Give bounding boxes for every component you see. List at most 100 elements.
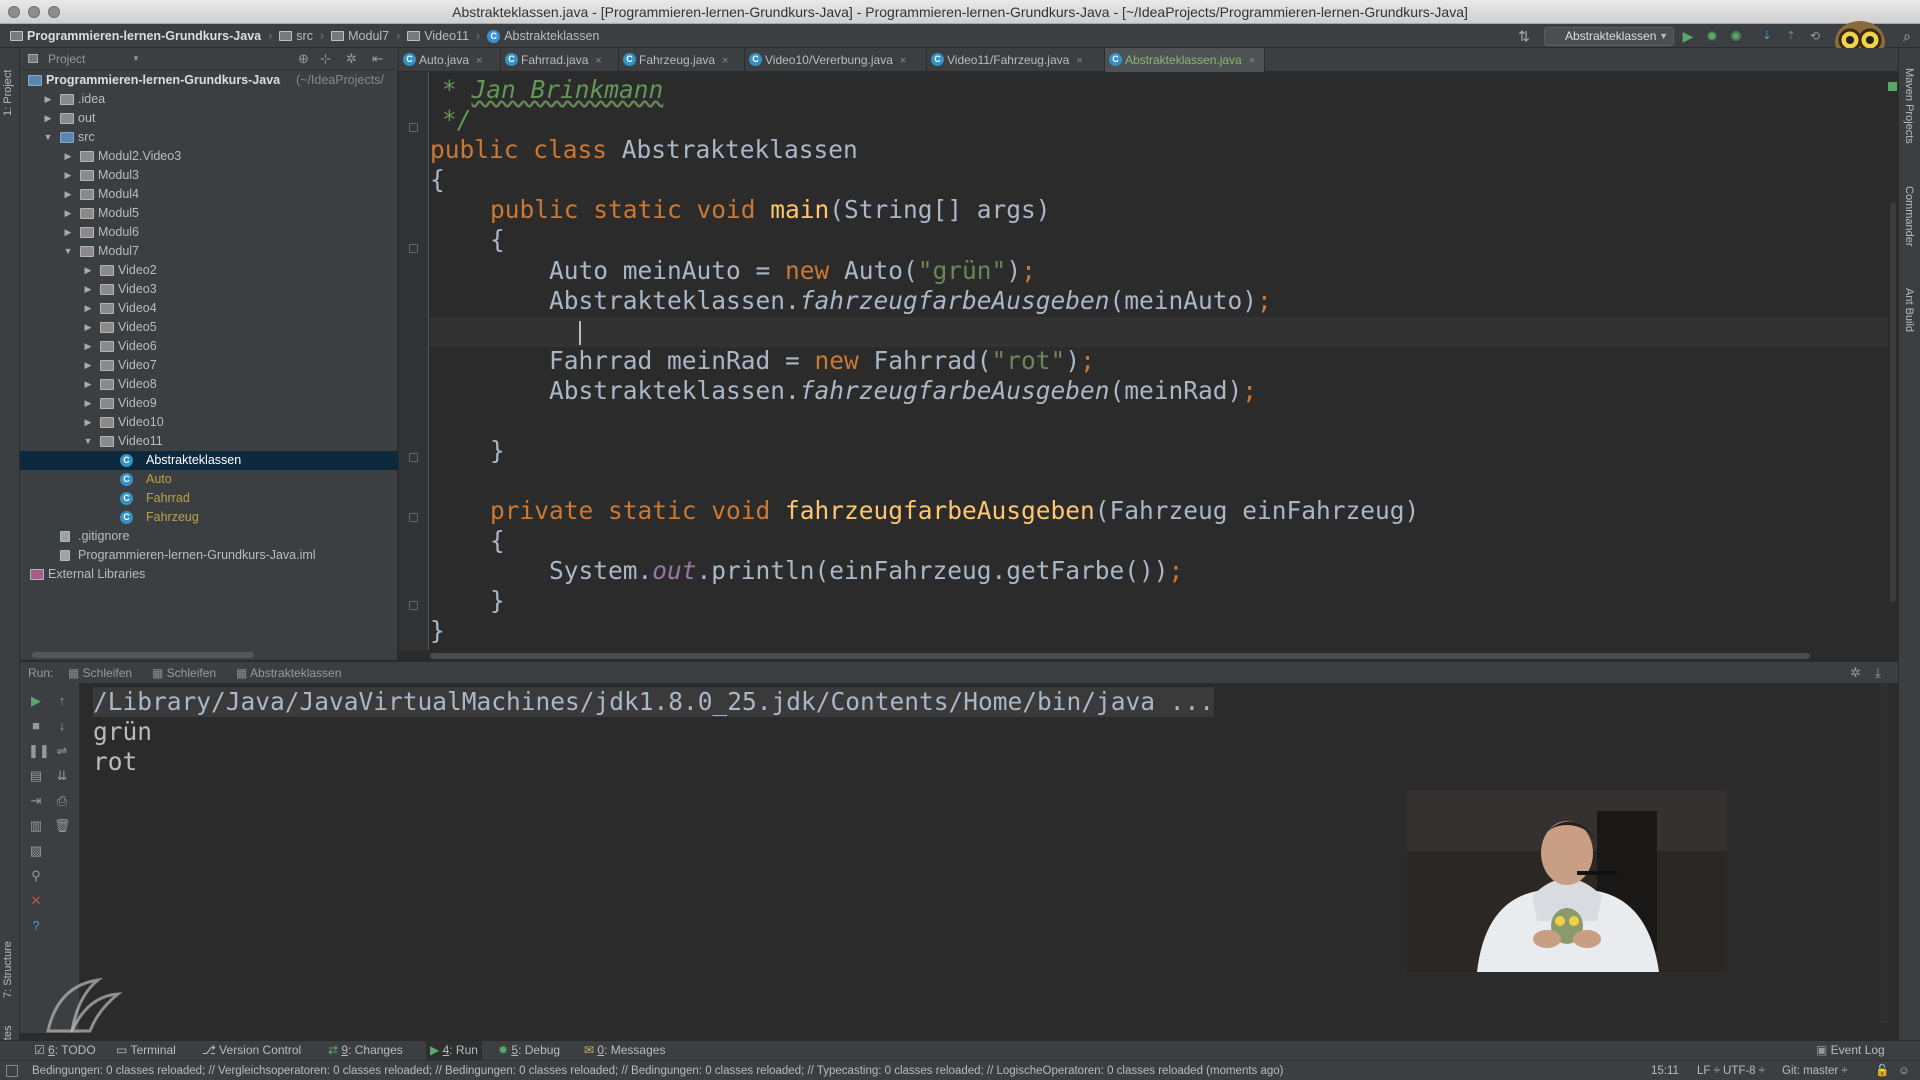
minimize-window-button[interactable] [28,6,40,18]
tree-item-video2[interactable]: ▶ Video2 [20,261,398,280]
search-everywhere-icon[interactable]: ⌕ [1898,27,1916,45]
tool-window-changes[interactable]: ⇄ 9: Changes [328,1041,403,1060]
restore-layout-icon[interactable]: ▥ [28,818,44,834]
close-tab-icon[interactable]: × [595,55,601,67]
breadcrumb-item-class[interactable]: Abstrakteklassen [504,24,599,48]
expanded-arrow-icon[interactable]: ▼ [62,242,74,261]
breadcrumb-item-video11[interactable]: Video11 [424,24,469,48]
console-scrollbar[interactable] [1880,683,1888,1023]
tool-window-todo[interactable]: ☑ 6: TODO [34,1041,96,1060]
run-tab-schleifen-1[interactable]: ▦ Schleifen [68,662,132,684]
event-log-button[interactable]: ▣ Event Log [1816,1041,1885,1060]
collapsed-arrow-icon[interactable]: ▶ [62,223,74,242]
collapsed-arrow-icon[interactable]: ▶ [82,299,94,318]
pause-icon[interactable]: ❚❚ [28,743,50,759]
tool-tab-project[interactable]: 1: Project [2,56,14,116]
tool-tab-structure[interactable]: 7: Structure [2,928,14,998]
collapsed-arrow-icon[interactable]: ▶ [82,413,94,432]
stop-icon[interactable]: ■ [28,718,44,734]
fold-marker-icon[interactable] [409,513,418,522]
trash-icon[interactable]: 🗑 [54,818,71,834]
collapsed-arrow-icon[interactable]: ▶ [82,394,94,413]
expanded-arrow-icon[interactable]: ▼ [42,128,54,147]
breadcrumb-item-src[interactable]: src [296,24,313,48]
tool-tab-commander[interactable]: Commander [1903,186,1915,247]
fold-marker-icon[interactable] [409,453,418,462]
dump-threads-icon[interactable]: ▤ [28,768,44,784]
line-separator[interactable]: LF ÷ [1697,1061,1720,1080]
collapsed-arrow-icon[interactable]: ▶ [82,337,94,356]
collapsed-arrow-icon[interactable]: ▶ [82,356,94,375]
scroll-to-end-icon[interactable]: ⇊ [54,768,70,784]
inspection-ok-icon[interactable] [1888,82,1897,91]
tree-item-modul3[interactable]: ▶ Modul3 [20,166,398,185]
editor-tab-video10-vererbung-java[interactable]: C Video10/Vererbung.java × [745,48,927,72]
print-icon[interactable]: ⎙ [54,793,70,809]
debug-icon[interactable]: ✹ [1703,27,1721,45]
editor-hscroll-thumb[interactable] [430,653,1810,659]
tool-tab-maven[interactable]: Maven Projects [1903,68,1915,144]
pin-icon[interactable]: ⚲ [28,868,44,884]
collapsed-arrow-icon[interactable]: ▶ [82,318,94,337]
vcs-commit-icon[interactable]: ⇡ [1782,27,1800,45]
down-arrow-icon[interactable]: ↓ [54,718,70,734]
tree-item-external-libraries[interactable]: External Libraries [20,565,398,584]
vertical-scrollbar[interactable] [1890,202,1896,602]
toggle-tool-windows-icon[interactable] [6,1065,18,1077]
close-tab-icon[interactable]: × [1249,55,1255,67]
collapsed-arrow-icon[interactable]: ▶ [62,166,74,185]
hide-panel-icon[interactable]: ⇤ [372,48,383,70]
code-editor[interactable]: * Jan Brinkmann */ public class Abstrakt… [430,72,1898,650]
breadcrumb-item-modul7[interactable]: Modul7 [348,24,389,48]
run-tab-abstrakteklassen[interactable]: ▦ Abstrakteklassen [236,662,341,684]
tree-item-out[interactable]: ▶ out [20,109,398,128]
zoom-window-button[interactable] [48,6,60,18]
up-arrow-icon[interactable]: ↑ [54,693,70,709]
project-view-select[interactable]: Project [48,48,85,70]
collapsed-arrow-icon[interactable]: ▶ [42,90,54,109]
chevron-down-icon[interactable]: ▼ [132,48,140,70]
collapsed-arrow-icon[interactable]: ▶ [42,109,54,128]
rerun-icon[interactable]: ▶ [28,693,44,709]
tree-item-idea[interactable]: ▶ .idea [20,90,398,109]
tree-root[interactable]: Programmieren-lernen-Grundkurs-Java (~/I… [20,71,398,90]
tree-item-auto[interactable]: C Auto [20,470,398,489]
hide-panel-icon[interactable]: ⤓ [1875,662,1881,684]
tree-item-modul4[interactable]: ▶ Modul4 [20,185,398,204]
inspector-icon[interactable]: ☺ [1898,1061,1910,1080]
status-message[interactable]: Bedingungen: 0 classes reloaded; // Verg… [32,1061,1642,1080]
tree-item-video6[interactable]: ▶ Video6 [20,337,398,356]
run-configuration-select[interactable]: Abstrakteklassen ▼ [1544,27,1674,46]
gear-icon[interactable]: ✲ [1850,662,1861,684]
horizontal-scrollbar[interactable] [32,652,254,658]
tree-item-video4[interactable]: ▶ Video4 [20,299,398,318]
collapsed-arrow-icon[interactable]: ▶ [82,280,94,299]
tree-item-video7[interactable]: ▶ Video7 [20,356,398,375]
fold-marker-icon[interactable] [409,123,418,132]
tool-window-debug[interactable]: ✹ 5: Debug [498,1041,560,1060]
tool-tab-ant-build[interactable]: Ant Build [1903,288,1915,332]
tree-item-abstrakteklassen[interactable]: C Abstrakteklassen [20,451,398,470]
close-tab-icon[interactable]: × [722,55,728,67]
build-icon[interactable]: ⇅ [1515,27,1533,45]
tree-item-programmieren-lernen-grundkurs-java-iml[interactable]: Programmieren-lernen-Grundkurs-Java.iml [20,546,398,565]
vcs-update-icon[interactable]: ⇣ [1758,27,1776,45]
file-encoding[interactable]: UTF-8 ÷ [1723,1061,1765,1080]
collapse-all-icon[interactable]: ⊹ [320,48,331,70]
close-icon[interactable]: ✕ [28,893,44,909]
exit-icon[interactable]: ⇥ [28,793,44,809]
tool-window-version-control[interactable]: ⎇ Version Control [202,1041,301,1060]
collapsed-arrow-icon[interactable]: ▶ [62,204,74,223]
tree-item-fahrrad[interactable]: C Fahrrad [20,489,398,508]
coverage-icon[interactable]: ✺ [1727,27,1745,45]
tree-item-fahrzeug[interactable]: C Fahrzeug [20,508,398,527]
tree-item-video3[interactable]: ▶ Video3 [20,280,398,299]
cursor-position[interactable]: 15:11 [1651,1061,1679,1080]
gear-icon[interactable]: ✲ [346,48,357,70]
lock-icon[interactable]: 🔓 [1875,1061,1889,1080]
soft-wrap-icon[interactable]: ⇌ [54,743,70,759]
vcs-branch[interactable]: Git: master ÷ [1782,1061,1848,1080]
breadcrumb-item-project[interactable]: Programmieren-lernen-Grundkurs-Java [27,24,261,48]
editor-tab-fahrrad-java[interactable]: C Fahrrad.java × [501,48,619,72]
editor-tab-abstrakteklassen-java[interactable]: C Abstrakteklassen.java × [1105,48,1265,72]
